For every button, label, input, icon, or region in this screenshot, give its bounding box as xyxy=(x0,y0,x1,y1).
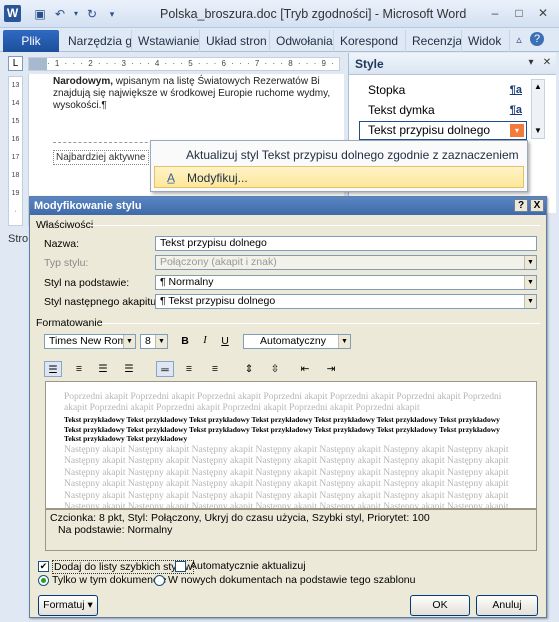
decrease-indent-icon[interactable]: ⇤ xyxy=(296,361,314,377)
tab-insert[interactable]: Wstawianie xyxy=(132,30,200,52)
double-spacing-icon[interactable]: ≡ xyxy=(206,361,224,377)
next-style-select[interactable]: ¶ Tekst przypisu dolnego ▼ xyxy=(155,294,537,309)
dialog-title: Modyfikowanie stylu xyxy=(34,200,142,212)
document-paragraph: Narodowym, wpisanym na listę Światowych … xyxy=(53,76,331,111)
tab-references[interactable]: Odwołania xyxy=(270,30,334,52)
underline-button[interactable]: U xyxy=(216,333,234,349)
dialog-title-bar: Modyfikowanie stylu ? X xyxy=(30,197,546,215)
pane-options-icon[interactable]: ▾ xyxy=(525,57,537,71)
italic-button[interactable]: I xyxy=(196,333,214,349)
chevron-down-icon: ▾ xyxy=(87,599,93,611)
bold-button[interactable]: B xyxy=(176,333,194,349)
customize-quick-access-icon[interactable]: ▾ xyxy=(104,6,120,22)
auto-update-label[interactable]: Automatycznie aktualizuj xyxy=(190,560,306,572)
tab-mailings[interactable]: Korespond xyxy=(334,30,406,52)
dialog-help-icon[interactable]: ? xyxy=(514,199,528,212)
menu-modify[interactable]: A̲ Modyfikuj... xyxy=(154,166,524,188)
align-center-icon[interactable]: ≡ xyxy=(70,361,88,377)
section-formatting: Formatowanie xyxy=(36,317,103,329)
word-app-icon[interactable]: W xyxy=(4,5,21,22)
style-preview: Poprzedni akapit Poprzedni akapit Poprze… xyxy=(45,381,537,509)
font-size-select[interactable]: 8 ▼ xyxy=(140,334,168,349)
name-input[interactable]: Tekst przypisu dolnego xyxy=(155,236,537,251)
chevron-down-icon[interactable]: ▼ xyxy=(524,276,536,289)
based-on-label: Styl na podstawie: xyxy=(44,277,130,289)
save-icon[interactable]: ▣ xyxy=(32,6,48,22)
name-label: Nazwa: xyxy=(44,238,80,250)
decrease-space-before-icon[interactable]: ⇳ xyxy=(266,361,284,377)
style-dropdown-icon[interactable]: ▾ xyxy=(510,124,524,137)
chevron-down-icon[interactable]: ▼ xyxy=(155,335,167,348)
style-description: Czcionka: 8 pkt, Styl: Połączony, Ukryj … xyxy=(45,509,537,551)
preview-sample-text: Tekst przykładowy Tekst przykładowy Teks… xyxy=(64,415,500,443)
ok-button[interactable]: OK xyxy=(410,595,470,616)
modify-style-icon: A̲ xyxy=(166,171,175,185)
format-button[interactable]: Formatuj ▾ xyxy=(38,595,98,616)
styles-scrollbar[interactable]: ▲ ▼ xyxy=(531,79,545,139)
undo-icon[interactable]: ↶ xyxy=(52,6,68,22)
help-icon[interactable]: ? xyxy=(530,32,544,46)
tab-page-layout[interactable]: Układ stron xyxy=(200,30,270,52)
style-context-menu: Aktualizuj styl Tekst przypisu dolnego z… xyxy=(150,140,528,192)
add-to-quick-styles-label[interactable]: Dodaj do listy szybkich stylów xyxy=(52,560,195,574)
increase-indent-icon[interactable]: ⇥ xyxy=(322,361,340,377)
style-item-tekst-przypisu-dolnego[interactable]: Tekst przypisu dolnego ▾ xyxy=(359,121,527,140)
chevron-down-icon[interactable]: ▼ xyxy=(524,295,536,308)
one-half-spacing-icon[interactable]: ≡ xyxy=(180,361,198,377)
preview-next-paragraph: Następny akapit Następny akapit Następny… xyxy=(64,444,509,509)
menu-update-style[interactable]: Aktualizuj styl Tekst przypisu dolnego z… xyxy=(154,144,524,166)
font-color-select[interactable]: Automatyczny ▼ xyxy=(243,334,351,349)
increase-space-before-icon[interactable]: ⇕ xyxy=(240,361,258,377)
pane-close-icon[interactable]: ✕ xyxy=(541,57,553,71)
linked-style-icon: ¶a xyxy=(509,104,522,116)
linked-style-icon: ¶a xyxy=(509,84,522,96)
scroll-down-icon[interactable]: ▼ xyxy=(532,124,544,138)
style-type-select: Połączony (akapit i znak) ▼ xyxy=(155,255,537,270)
chevron-down-icon: ▼ xyxy=(524,256,536,269)
style-item-stopka[interactable]: Stopka ¶a xyxy=(359,81,527,100)
section-properties: Właściwości xyxy=(36,219,94,231)
ribbon-tab-bar: Plik Narzędzia g Wstawianie Układ stron … xyxy=(0,28,559,52)
tab-file[interactable]: Plik xyxy=(3,30,59,52)
dialog-close-icon[interactable]: X xyxy=(530,199,544,212)
close-icon[interactable]: ✕ xyxy=(534,5,552,21)
style-item-tekst-dymka[interactable]: Tekst dymka ¶a xyxy=(359,101,527,120)
only-this-document-label[interactable]: Tylko w tym dokumencie xyxy=(52,574,166,586)
chevron-down-icon[interactable]: ▼ xyxy=(123,335,135,348)
tab-selector[interactable]: L xyxy=(8,56,23,71)
vertical-ruler[interactable]: 13 14 15 16 17 18 19 · xyxy=(8,76,23,226)
new-documents-label[interactable]: W nowych dokumentach na podstawie tego s… xyxy=(168,574,415,586)
chevron-down-icon[interactable]: ▼ xyxy=(338,335,350,348)
auto-update-checkbox[interactable] xyxy=(175,561,186,572)
tab-review[interactable]: Recenzja xyxy=(406,30,462,52)
cancel-button[interactable]: Anuluj xyxy=(476,595,538,616)
tab-tools[interactable]: Narzędzia g xyxy=(62,30,132,52)
document-paragraph-2: Najbardziej aktywne xyxy=(53,150,149,165)
add-to-quick-styles-checkbox[interactable]: ✔ xyxy=(38,561,49,572)
horizontal-ruler[interactable]: · 1 · · · 2 · · · 3 · · · 4 · · · 5 · · … xyxy=(28,57,340,71)
minimize-icon[interactable]: – xyxy=(486,5,504,21)
preview-previous-paragraph: Poprzedni akapit Poprzedni akapit Poprze… xyxy=(64,392,502,413)
status-page-label: Stro xyxy=(0,230,32,248)
next-style-label: Styl następnego akapitu: xyxy=(44,296,159,308)
align-left-icon[interactable]: ☰ xyxy=(44,361,62,377)
font-select[interactable]: Times New Roman ▼ xyxy=(44,334,136,349)
maximize-icon[interactable]: □ xyxy=(510,5,528,21)
collapse-ribbon-icon[interactable]: ▵ xyxy=(512,32,526,48)
justify-icon[interactable]: ☰ xyxy=(120,361,138,377)
styles-pane-title: Style xyxy=(355,57,384,71)
title-bar: W ▣ ↶ ▾ ↻ ▾ Polska_broszura.doc [Tryb zg… xyxy=(0,0,559,28)
style-type-label: Typ stylu: xyxy=(44,257,89,269)
based-on-select[interactable]: ¶ Normalny ▼ xyxy=(155,275,537,290)
modify-style-dialog: Modyfikowanie stylu ? X Właściwości Nazw… xyxy=(29,196,547,618)
new-documents-radio[interactable] xyxy=(154,575,165,586)
redo-icon[interactable]: ↻ xyxy=(84,6,100,22)
scroll-up-icon[interactable]: ▲ xyxy=(532,80,544,94)
window-title: Polska_broszura.doc [Tryb zgodności] - M… xyxy=(160,7,467,21)
tab-view[interactable]: Widok xyxy=(462,30,510,52)
undo-dropdown-icon[interactable]: ▾ xyxy=(68,6,84,22)
align-right-icon[interactable]: ☰ xyxy=(94,361,112,377)
single-spacing-icon[interactable]: ═ xyxy=(156,361,174,377)
only-this-document-radio[interactable] xyxy=(38,575,49,586)
